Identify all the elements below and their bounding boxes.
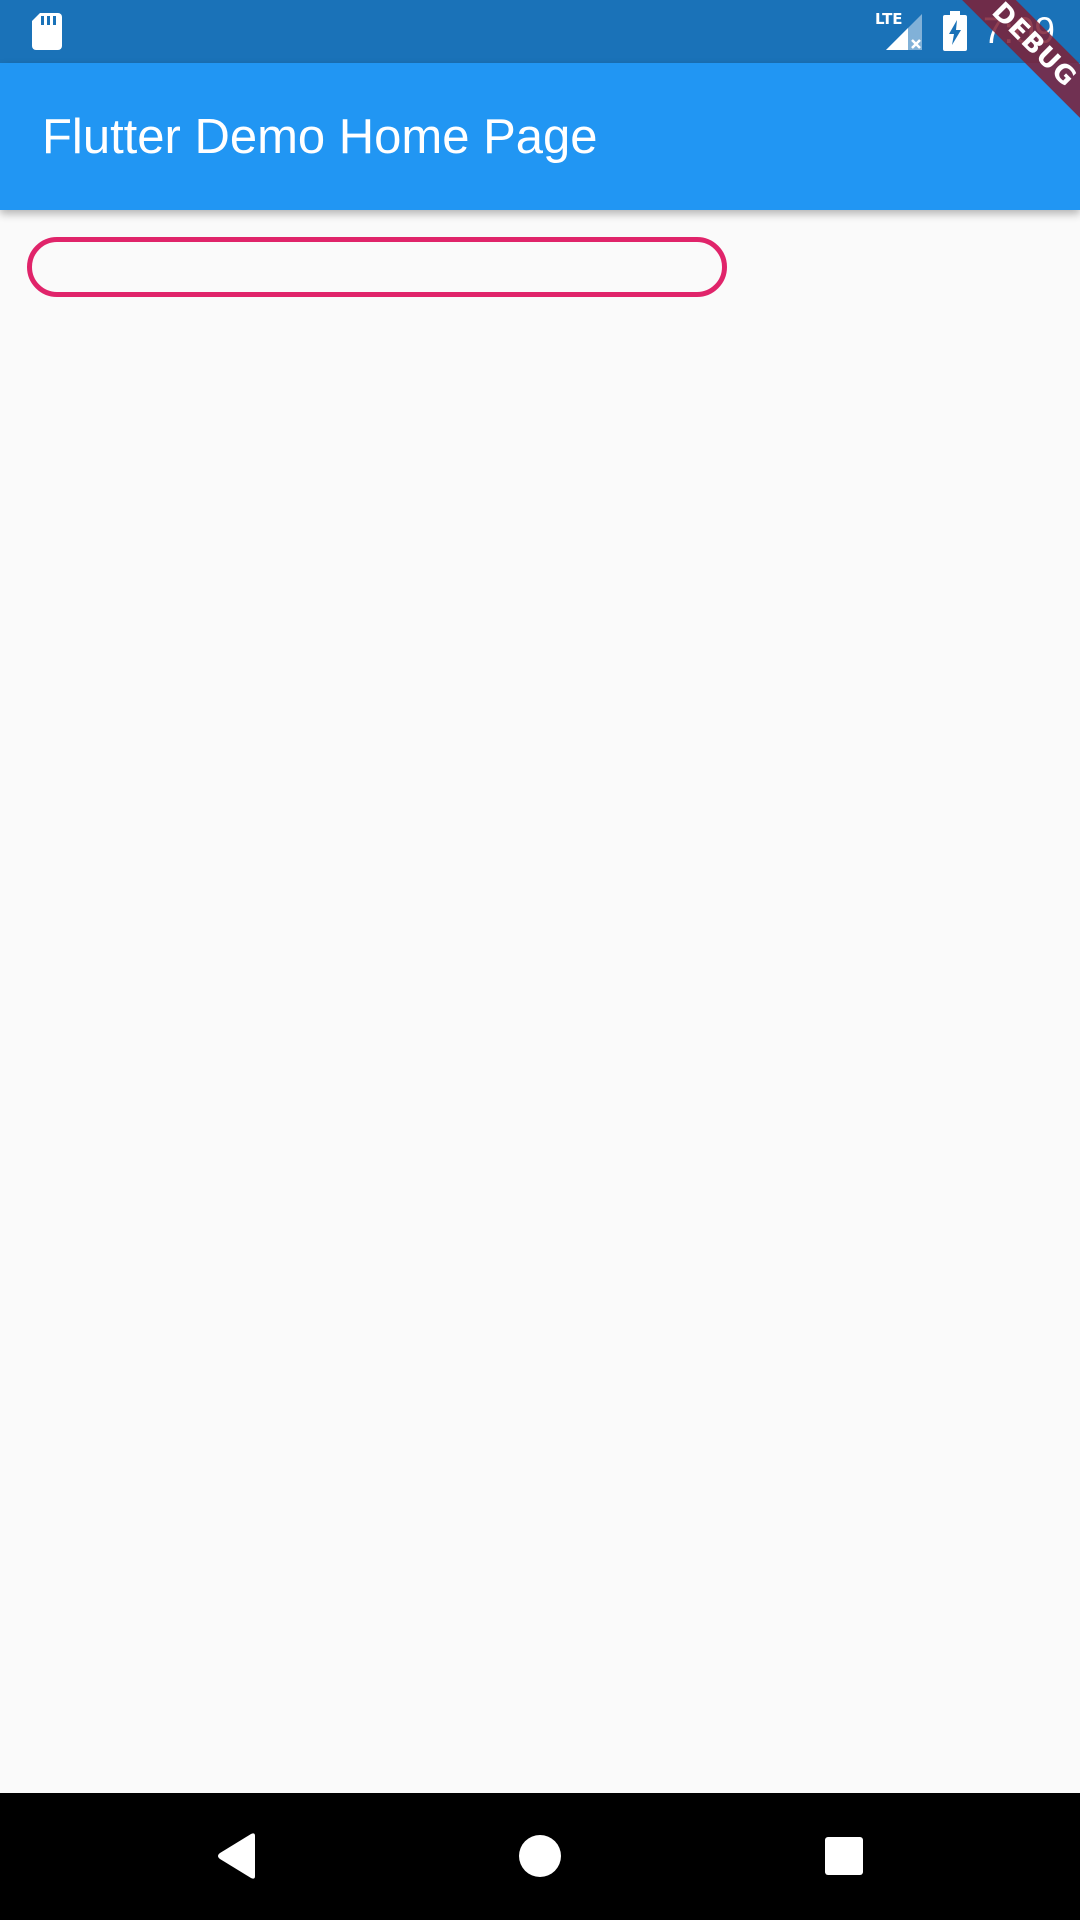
home-button[interactable] [505,1821,575,1891]
back-triangle-icon [218,1833,255,1879]
home-circle-icon [519,1835,561,1877]
recents-square-icon [825,1837,863,1875]
status-bar: LTE 7:09 [0,0,1080,63]
battery-charging-icon [943,11,967,51]
app-screen: LTE 7:09 Flutter Demo Home Page DEBUG [0,0,1080,1920]
lte-label: LTE [875,10,903,28]
page-body [0,210,1080,1793]
back-button[interactable] [202,1821,272,1891]
text-input-field[interactable] [27,237,727,297]
lte-signal-icon: LTE [875,10,922,50]
sd-card-icon [32,13,62,50]
navigation-bar [0,1793,1080,1920]
page-title: Flutter Demo Home Page [42,110,598,164]
recents-button[interactable] [809,1821,879,1891]
app-bar: Flutter Demo Home Page [0,63,1080,210]
